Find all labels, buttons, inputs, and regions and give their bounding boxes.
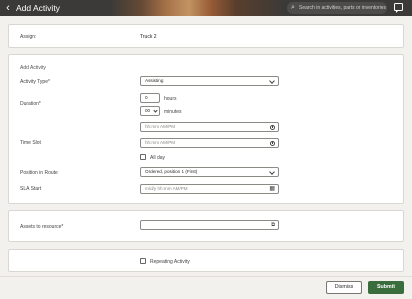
submit-button[interactable]: Submit [368, 281, 404, 294]
section-title: Add Activity [20, 65, 46, 71]
repeating-activity-checkbox[interactable] [140, 258, 146, 264]
all-day-label: All day [150, 155, 166, 161]
duration-hours-value: 0 [145, 95, 148, 100]
assets-card: Assets to resource* ⧉ [8, 210, 404, 242]
activity-type-value: Assisting [145, 78, 164, 83]
assign-label: Assign: [20, 34, 37, 40]
sla-start-label: SLA Start [20, 186, 42, 192]
dismiss-button[interactable]: Dismiss [326, 281, 362, 294]
footer-bar: Dismiss Submit [0, 276, 412, 299]
time-slot-input[interactable]: hh:mm AM/PM [140, 138, 279, 148]
page-title: Add Activity [16, 3, 60, 13]
global-search[interactable]: ⌕ Search in activities, parts or invento… [287, 2, 387, 14]
assign-value: Truck 2 [140, 34, 157, 40]
all-day-checkbox[interactable] [140, 154, 146, 160]
sla-start-input[interactable]: m/d/y hh:mm AM/PM ▦ [140, 184, 279, 194]
assets-to-resource-label: Assets to resource* [20, 224, 64, 230]
time-input-1-placeholder: hh:mm AM/PM [145, 124, 176, 129]
minutes-label: minutes [164, 109, 182, 115]
app-header: ‹ Add Activity ⌕ Search in activities, p… [0, 0, 412, 16]
header-banner-art [110, 0, 285, 16]
chat-icon[interactable] [394, 3, 403, 13]
calendar-icon[interactable]: ▦ [269, 185, 275, 193]
position-in-route-value: Ordered, position 1 (First) [145, 169, 198, 174]
chevron-down-icon [269, 78, 275, 84]
clock-icon[interactable] [269, 124, 275, 130]
chevron-down-icon [153, 107, 158, 113]
hours-label: hours [164, 96, 177, 102]
duration-label: Duration* [20, 101, 41, 107]
activity-type-select[interactable]: Assisting [140, 76, 279, 86]
time-slot-label: Time Slot [20, 140, 41, 146]
activity-type-label: Activity Type* [20, 79, 50, 85]
assets-to-resource-input[interactable]: ⧉ [140, 220, 279, 230]
duration-minutes-select[interactable]: 00 [140, 106, 160, 116]
repeating-card: Repeating Activity [8, 249, 404, 272]
position-in-route-select[interactable]: Ordered, position 1 (First) [140, 167, 279, 177]
time-slot-placeholder: hh:mm AM/PM [145, 140, 176, 145]
assign-card: Assign: Truck 2 [8, 24, 404, 48]
search-input[interactable]: Search in activities, parts or inventori… [299, 2, 386, 14]
add-activity-form-card: Add Activity Activity Type* Assisting Du… [8, 54, 404, 204]
back-icon[interactable]: ‹ [2, 0, 14, 16]
position-in-route-label: Position in Route [20, 170, 58, 176]
duration-hours-input[interactable]: 0 [140, 93, 160, 103]
chevron-down-icon [269, 169, 275, 175]
repeating-activity-label: Repeating Activity [150, 259, 190, 265]
sla-start-placeholder: m/d/y hh:mm AM/PM [145, 186, 188, 191]
time-input-1[interactable]: hh:mm AM/PM [140, 122, 279, 132]
open-external-icon[interactable]: ⧉ [271, 221, 275, 229]
clock-icon[interactable] [269, 140, 275, 146]
search-icon: ⌕ [291, 4, 295, 11]
duration-minutes-value: 00 [145, 108, 151, 113]
